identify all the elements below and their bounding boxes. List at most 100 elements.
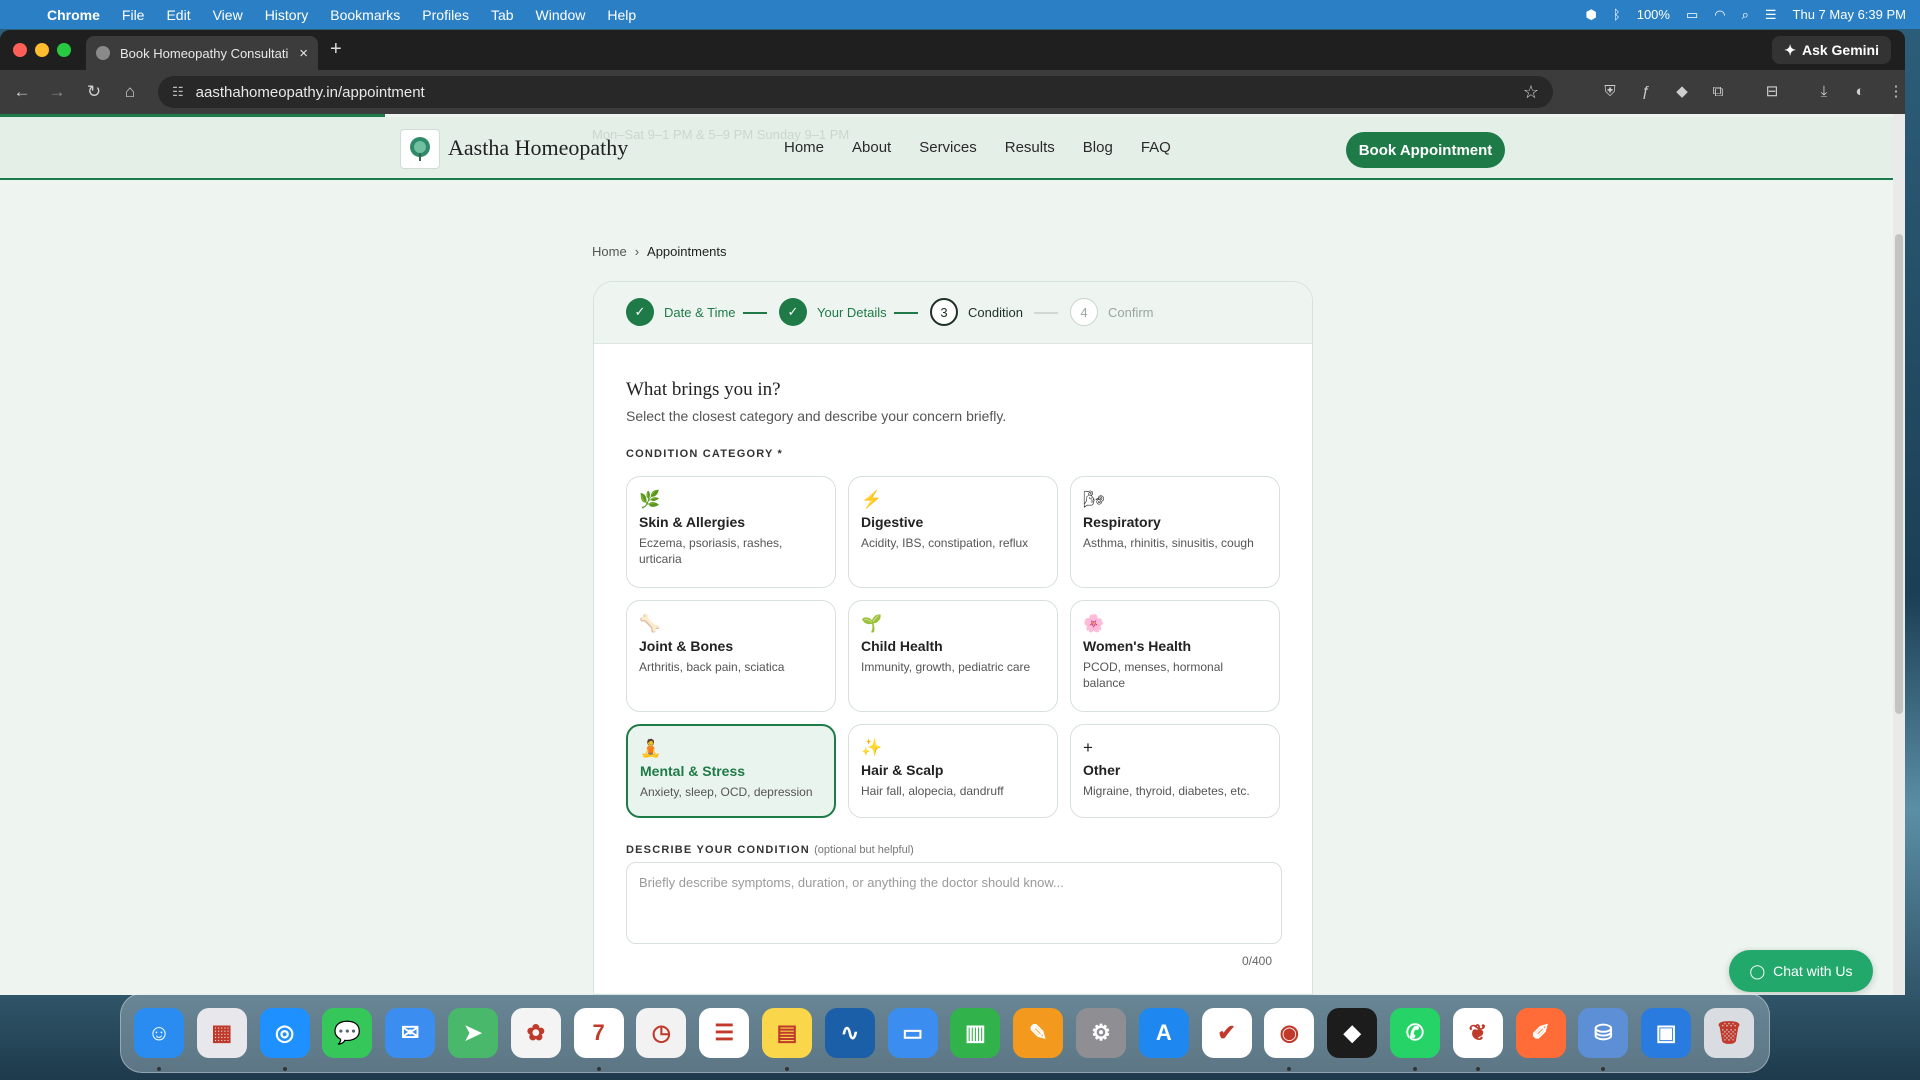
battery-icon[interactable]: ▭ bbox=[1686, 7, 1698, 23]
step-your-details[interactable]: ✓ Your Details bbox=[779, 298, 887, 326]
book-appointment-button[interactable]: Book Appointment bbox=[1346, 132, 1505, 168]
remote-desktop-dock-icon[interactable]: ▣ bbox=[1641, 1008, 1692, 1058]
minimize-window-button[interactable] bbox=[35, 43, 49, 57]
menu-profiles[interactable]: Profiles bbox=[411, 7, 480, 23]
option-womens-health[interactable]: 🌸 Women's Health PCOD, menses, hormonal … bbox=[1070, 600, 1280, 712]
battery-percent[interactable]: 100% bbox=[1637, 7, 1670, 22]
nav-about[interactable]: About bbox=[852, 139, 891, 156]
finder-dock-icon[interactable]: ☺ bbox=[134, 1008, 184, 1058]
menu-app-name[interactable]: Chrome bbox=[36, 7, 111, 23]
whatsapp-dock-icon[interactable]: ✆ bbox=[1390, 1008, 1440, 1058]
menu-window[interactable]: Window bbox=[525, 7, 597, 23]
font-extension-icon[interactable]: ƒ bbox=[1636, 82, 1656, 102]
chrome-menu-icon[interactable]: ⋮ bbox=[1886, 82, 1905, 102]
dropbox-icon[interactable]: ⬢ bbox=[1586, 7, 1597, 23]
clock-dock-icon[interactable]: ◷ bbox=[636, 1008, 687, 1058]
nav-services[interactable]: Services bbox=[919, 139, 977, 156]
numbers-dock-icon[interactable]: ▥ bbox=[950, 1008, 1001, 1058]
menu-history[interactable]: History bbox=[254, 7, 320, 23]
maps-dock-icon[interactable]: ➤ bbox=[448, 1008, 498, 1058]
step-condition[interactable]: 3 Condition bbox=[930, 298, 1023, 326]
option-name: Women's Health bbox=[1083, 638, 1192, 654]
option-joint-bones[interactable]: 🦴 Joint & Bones Arthritis, back pain, sc… bbox=[626, 600, 836, 712]
download-icon[interactable]: ⤓ bbox=[1814, 82, 1834, 102]
browser-tab-active[interactable]: Book Homeopathy Consultati × bbox=[86, 36, 318, 70]
menu-help[interactable]: Help bbox=[596, 7, 647, 23]
safari-dock-icon[interactable]: ◎ bbox=[259, 1008, 310, 1058]
condition-description-textarea[interactable]: Briefly describe symptoms, duration, or … bbox=[626, 862, 1282, 944]
menubar-status: ⬢ ᛒ 100% ▭ ◠ ⌕ ☰ Thu 7 May 6:39 PM bbox=[1586, 0, 1906, 29]
menubar-clock[interactable]: Thu 7 May 6:39 PM bbox=[1793, 7, 1906, 22]
option-desc: Immunity, growth, pediatric care bbox=[861, 660, 1031, 674]
nav-results[interactable]: Results bbox=[1005, 139, 1055, 156]
system-settings-dock-icon[interactable]: ⚙ bbox=[1076, 1008, 1126, 1058]
cursor-dock-icon[interactable]: ◆ bbox=[1327, 1008, 1378, 1058]
reminders-dock-icon[interactable]: ☰ bbox=[699, 1008, 750, 1058]
bookmark-star-icon[interactable]: ☆ bbox=[1523, 82, 1539, 103]
color-extension-icon[interactable]: ◆ bbox=[1672, 82, 1692, 102]
nav-faq[interactable]: FAQ bbox=[1141, 139, 1171, 156]
tab-search-icon[interactable]: ⊟ bbox=[1762, 82, 1782, 102]
option-child-health[interactable]: 🌱 Child Health Immunity, growth, pediatr… bbox=[848, 600, 1058, 712]
site-logo[interactable] bbox=[400, 129, 440, 169]
messages-dock-icon[interactable]: 💬 bbox=[322, 1008, 373, 1058]
control-center-icon[interactable]: ☰ bbox=[1765, 7, 1777, 23]
extensions-puzzle-icon[interactable]: ⧉ bbox=[1708, 82, 1728, 102]
option-mental-stress[interactable]: 🧘 Mental & Stress Anxiety, sleep, OCD, d… bbox=[626, 724, 836, 818]
database-dock-icon[interactable]: ⛁ bbox=[1578, 1008, 1629, 1058]
form-subtitle: Select the closest category and describe… bbox=[626, 408, 1007, 424]
mongodb-dock-icon[interactable]: ❦ bbox=[1452, 1008, 1503, 1058]
home-icon[interactable]: ⌂ bbox=[118, 80, 142, 104]
profile-avatar-icon[interactable]: ◐ bbox=[1850, 82, 1870, 102]
photos-dock-icon[interactable]: ✿ bbox=[510, 1008, 561, 1058]
fullscreen-window-button[interactable] bbox=[57, 43, 71, 57]
option-skin-allergies[interactable]: 🌿 Skin & Allergies Eczema, psoriasis, ra… bbox=[626, 476, 836, 588]
option-hair-scalp[interactable]: ✨ Hair & Scalp Hair fall, alopecia, dand… bbox=[848, 724, 1058, 818]
mail-dock-icon[interactable]: ✉ bbox=[385, 1008, 436, 1058]
shield-extension-icon[interactable]: ⛨ bbox=[1600, 82, 1620, 102]
forward-arrow-icon[interactable]: → bbox=[45, 80, 69, 104]
wifi-icon[interactable]: ◠ bbox=[1714, 7, 1725, 23]
nav-blog[interactable]: Blog bbox=[1083, 139, 1113, 156]
option-digestive[interactable]: ⚡ Digestive Acidity, IBS, constipation, … bbox=[848, 476, 1058, 588]
reload-icon[interactable]: ↻ bbox=[82, 80, 106, 104]
spotlight-search-icon[interactable]: ⌕ bbox=[1742, 7, 1749, 23]
step-3-label: Condition bbox=[968, 304, 1023, 320]
trash-dock-icon[interactable]: 🗑 bbox=[1704, 1008, 1754, 1058]
site-info-icon[interactable]: ☷ bbox=[172, 84, 184, 100]
ask-gemini-button[interactable]: ✦ Ask Gemini bbox=[1772, 36, 1891, 64]
scrollbar-thumb[interactable] bbox=[1895, 234, 1903, 714]
tree-logo-icon bbox=[410, 137, 430, 161]
app-store-dock-icon[interactable]: A bbox=[1138, 1008, 1189, 1058]
option-respiratory[interactable]: 🌬 Respiratory Asthma, rhinitis, sinusiti… bbox=[1070, 476, 1280, 588]
notes-dock-icon[interactable]: ▤ bbox=[762, 1008, 812, 1058]
postman-dock-icon[interactable]: ✐ bbox=[1515, 1008, 1566, 1058]
back-arrow-icon[interactable]: ← bbox=[10, 80, 34, 104]
menu-tab[interactable]: Tab bbox=[480, 7, 525, 23]
nav-home[interactable]: Home bbox=[784, 139, 824, 156]
launchpad-dock-icon[interactable]: ▦ bbox=[196, 1008, 247, 1058]
pages-dock-icon[interactable]: ✎ bbox=[1013, 1008, 1064, 1058]
chrome-dock-icon[interactable]: ◉ bbox=[1264, 1008, 1315, 1058]
keynote-dock-icon[interactable]: ▭ bbox=[887, 1008, 938, 1058]
menu-file[interactable]: File bbox=[111, 7, 156, 23]
new-tab-icon[interactable]: + bbox=[330, 38, 342, 61]
page-scrollbar[interactable] bbox=[1893, 114, 1905, 995]
step-confirm[interactable]: 4 Confirm bbox=[1070, 298, 1154, 326]
menu-view[interactable]: View bbox=[202, 7, 254, 23]
option-other[interactable]: + Other Migraine, thyroid, diabetes, etc… bbox=[1070, 724, 1280, 818]
menu-bookmarks[interactable]: Bookmarks bbox=[319, 7, 411, 23]
menu-edit[interactable]: Edit bbox=[155, 7, 201, 23]
close-tab-icon[interactable]: × bbox=[299, 45, 308, 62]
calendar-dock-icon[interactable]: 7 bbox=[573, 1008, 624, 1058]
main-nav: Home About Services Results Blog FAQ bbox=[784, 139, 1171, 156]
step-date-time[interactable]: ✓ Date & Time bbox=[626, 298, 736, 326]
address-bar[interactable]: ☷ aasthahomeopathy.in/appointment ☆ bbox=[158, 76, 1553, 108]
describe-label-text: DESCRIBE YOUR CONDITION bbox=[626, 844, 810, 856]
breadcrumb-home[interactable]: Home bbox=[592, 244, 627, 259]
chat-with-us-button[interactable]: ◯ Chat with Us bbox=[1729, 950, 1873, 992]
bluetooth-icon[interactable]: ᛒ bbox=[1613, 7, 1621, 22]
close-window-button[interactable] bbox=[13, 43, 27, 57]
freeform-dock-icon[interactable]: ∿ bbox=[824, 1008, 875, 1058]
tasks-dock-icon[interactable]: ✔ bbox=[1201, 1008, 1252, 1058]
